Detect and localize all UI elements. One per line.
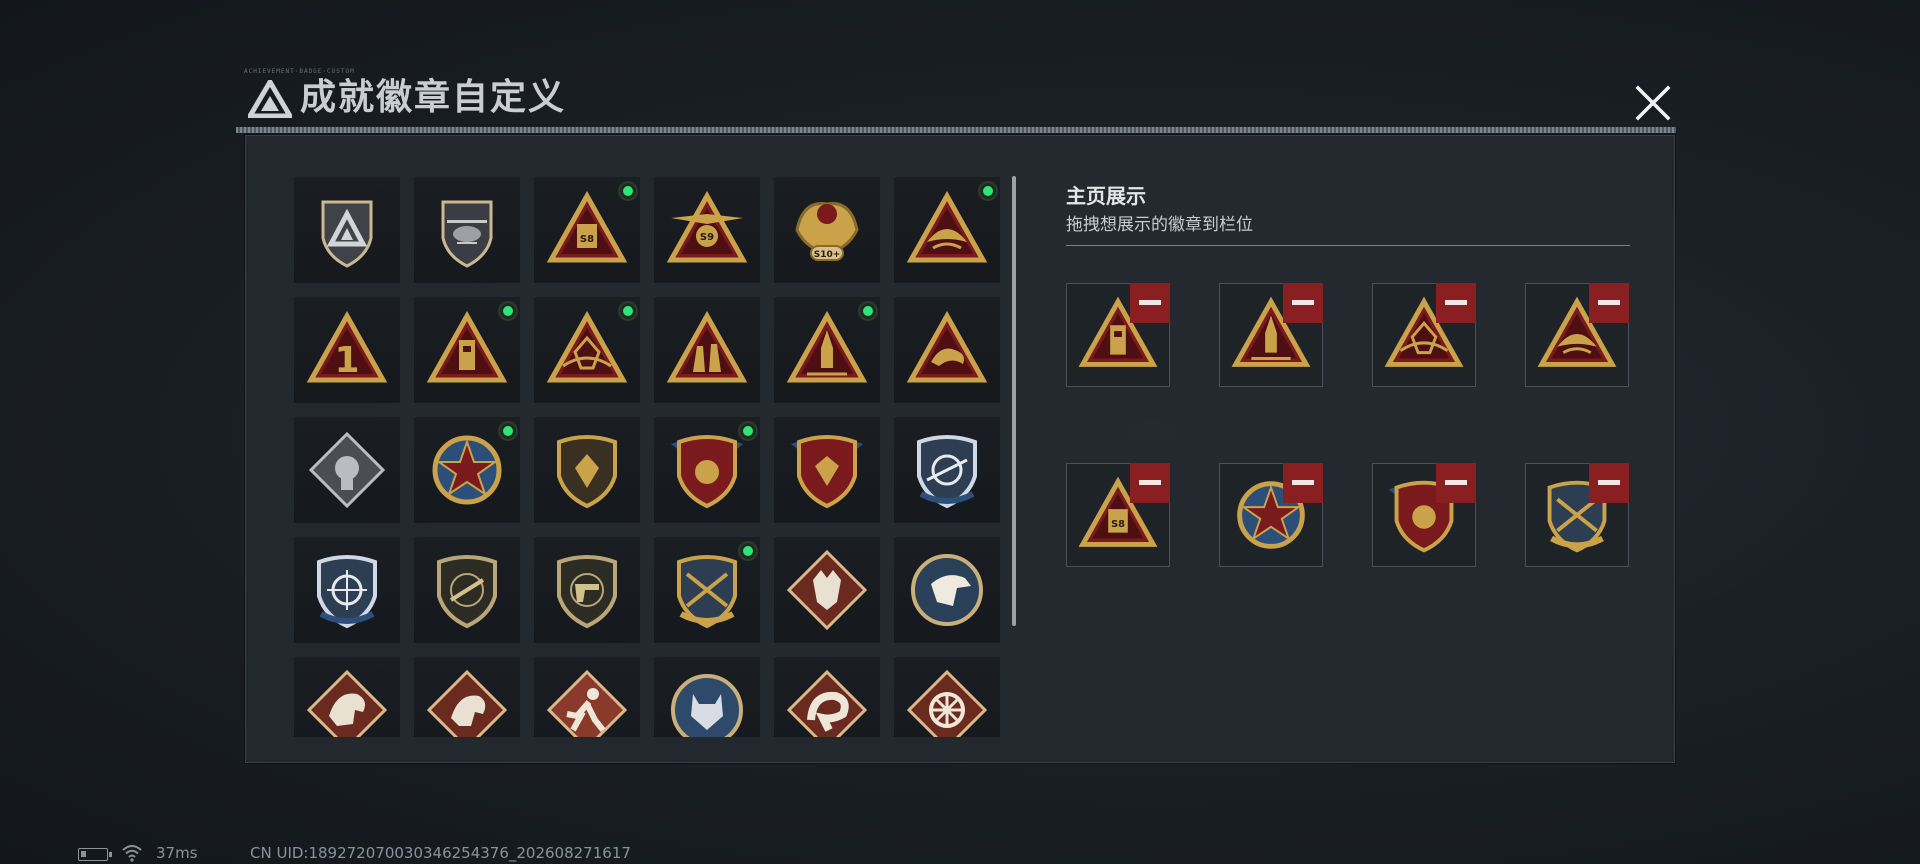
ping-readout: 37ms [156,844,198,862]
svg-text:S8: S8 [1111,519,1125,530]
display-slot[interactable] [1066,283,1170,387]
badge-cell[interactable] [534,537,640,643]
svg-text:S8: S8 [580,234,594,245]
remove-badge-button[interactable] [1283,463,1323,503]
crowned-shield-icon [791,435,863,509]
badge-cell[interactable] [774,417,880,523]
badge-cell[interactable] [294,417,400,523]
badge-cell[interactable] [414,417,520,523]
badge-cell[interactable]: S10+ [774,177,880,283]
badge-cell[interactable] [294,657,400,737]
badge-cell[interactable]: S8 [534,177,640,283]
rifle-shield-icon [437,555,497,629]
remove-badge-button[interactable] [1283,283,1323,323]
gray-shield-logo-icon [321,200,373,268]
badge-cell[interactable] [894,417,1000,523]
close-icon [1635,85,1671,121]
new-indicator-dot [738,541,758,561]
svg-text:S9: S9 [700,232,714,243]
close-button[interactable] [1630,80,1676,126]
dialog-divider [236,127,1676,133]
remove-badge-button[interactable] [1130,463,1170,503]
badge-cell[interactable] [654,657,760,737]
new-indicator-dot [618,181,638,201]
pistol-shield-icon [557,555,617,629]
serpent-diamond-icon [786,669,868,737]
badge-cell[interactable] [414,657,520,737]
badge-cell[interactable] [534,657,640,737]
badge-cell[interactable]: 1 [294,297,400,403]
number-one-triangle-icon: 1 [306,310,388,383]
display-slot[interactable] [1372,283,1476,387]
delta-logo-icon [248,80,292,118]
remove-badge-button[interactable] [1589,283,1629,323]
new-indicator-dot [978,181,998,201]
s9-winged-triangle-icon: S9 [666,190,748,263]
dialog-header: ACHIEVEMENT·BADGE·CUSTOM 成就徽章自定义 [236,68,1676,130]
badge-grid: S8 S9 S10+ 1 [294,177,1014,737]
badge-cell[interactable] [774,297,880,403]
badge-cell[interactable] [894,657,1000,737]
badge-cell[interactable] [894,177,1000,283]
display-slot[interactable] [1219,463,1323,567]
remove-badge-button[interactable] [1589,463,1629,503]
runner-diamond-icon [546,669,628,737]
badge-dialog: S8 S9 S10+ 1 主页展示 拖拽想展示的徽章到栏位 S8 [245,135,1675,763]
badge-cell[interactable] [294,177,400,283]
badge-cell[interactable] [654,297,760,403]
wolf-diamond-icon [786,549,868,631]
badge-cell[interactable] [774,537,880,643]
display-title: 主页展示 [1066,184,1146,208]
badge-cell[interactable] [414,177,520,283]
fish-triangle-icon [906,310,988,383]
sniper-shield-blue-icon [917,435,977,509]
svg-text:S10+: S10+ [814,250,841,260]
display-slot[interactable] [1219,283,1323,387]
new-indicator-dot [498,421,518,441]
dragon-diamond-icon [306,669,388,737]
battery-icon [78,848,112,861]
remove-badge-button[interactable] [1436,283,1476,323]
badge-cell[interactable]: S9 [654,177,760,283]
display-divider [1066,245,1630,246]
badge-cell[interactable] [534,417,640,523]
new-indicator-dot [618,301,638,321]
svg-text:1: 1 [334,340,359,381]
badge-cell[interactable] [654,537,760,643]
lynx-circle-icon [671,674,743,737]
badge-cell[interactable] [894,537,1000,643]
new-indicator-dot [858,301,878,321]
homepage-display-section: 主页展示 拖拽想展示的徽章到栏位 S8 [1056,176,1636,736]
badge-cell[interactable] [414,537,520,643]
dialog-title: 成就徽章自定义 [300,77,567,118]
wifi-icon [122,845,142,862]
badge-cell[interactable] [654,417,760,523]
remove-badge-button[interactable] [1130,283,1170,323]
display-slot[interactable] [1525,283,1629,387]
new-indicator-dot [738,421,758,441]
badge-cell[interactable] [534,297,640,403]
crosshair-shield-icon [317,555,377,629]
new-indicator-dot [498,301,518,321]
helicopter-shield-icon [441,200,493,268]
badge-cell[interactable] [414,297,520,403]
dialog-tiny-label: ACHIEVEMENT·BADGE·CUSTOM [244,68,355,75]
remove-badge-button[interactable] [1436,463,1476,503]
eagle-circle-icon [911,554,983,626]
display-slot[interactable] [1372,463,1476,567]
soldiers-triangle-icon [666,310,748,383]
display-slot[interactable] [1525,463,1629,567]
display-subtitle: 拖拽想展示的徽章到栏位 [1066,215,1253,235]
uid-readout: CN UID:18927207003034625437​6_2026082716… [250,844,631,862]
silver-fist-diamond-icon [308,431,386,509]
badge-cell[interactable] [894,297,1000,403]
gold-shield-icon [557,435,617,509]
dragon-diamond-2-icon [426,669,508,737]
display-slot[interactable]: S8 [1066,463,1170,567]
badge-cell[interactable] [774,657,880,737]
s10-eagle-crest-icon: S10+ [795,202,859,261]
wheel-diamond-icon [906,669,988,737]
badge-grid-scrollbar[interactable] [1012,176,1016,626]
badge-cell[interactable] [294,537,400,643]
